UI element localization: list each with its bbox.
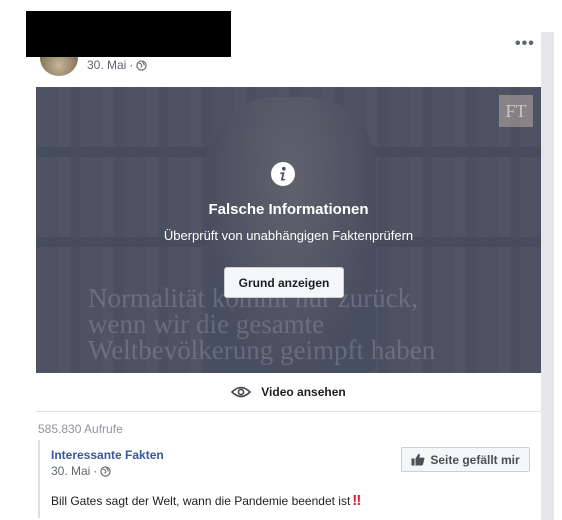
post-meta: 30. Mai ·	[87, 58, 148, 72]
show-reason-button[interactable]: Grund anzeigen	[224, 267, 344, 298]
shared-post-border	[38, 440, 40, 518]
shared-page-name[interactable]: Interessante Fakten	[51, 448, 164, 462]
more-options-icon[interactable]: •••	[515, 35, 535, 53]
shared-post-text: Bill Gates sagt der Welt, wann die Pande…	[51, 492, 361, 509]
redacted-author-name	[26, 11, 231, 57]
watch-video-button[interactable]: Video ansehen	[36, 373, 541, 412]
watch-video-label: Video ansehen	[261, 385, 346, 399]
view-count: 585.830 Aufrufe	[38, 422, 123, 436]
overlay-subtitle: Überprüft von unabhängigen Faktenprüfern	[163, 228, 414, 243]
post-message: Bill Gates sagt der Welt, wann die Pande…	[51, 493, 351, 508]
like-page-button[interactable]: Seite gefällt mir	[401, 447, 530, 472]
globe-icon	[100, 465, 112, 477]
shared-post-meta: 30. Mai ·	[51, 464, 112, 478]
eye-icon	[231, 386, 252, 398]
brand-logo: FT	[499, 95, 533, 127]
scrollbar[interactable]	[541, 32, 554, 520]
double-exclamation-icon: ‼	[352, 492, 361, 509]
like-page-label: Seite gefällt mir	[430, 452, 520, 467]
separator-dot: ·	[129, 58, 134, 72]
overlay-title: Falsche Informationen	[208, 201, 369, 218]
caption-line: Weltbevölkerung geimpft haben	[88, 335, 436, 365]
globe-icon	[136, 59, 148, 71]
thumbs-up-icon	[411, 453, 425, 466]
info-icon	[271, 162, 295, 186]
separator-dot: ·	[93, 464, 98, 478]
post-date[interactable]: 30. Mai	[87, 58, 126, 72]
video-player[interactable]: FT Normalität kommt nur zurück, wenn wir…	[36, 87, 541, 373]
shared-post-date[interactable]: 30. Mai	[51, 464, 90, 478]
